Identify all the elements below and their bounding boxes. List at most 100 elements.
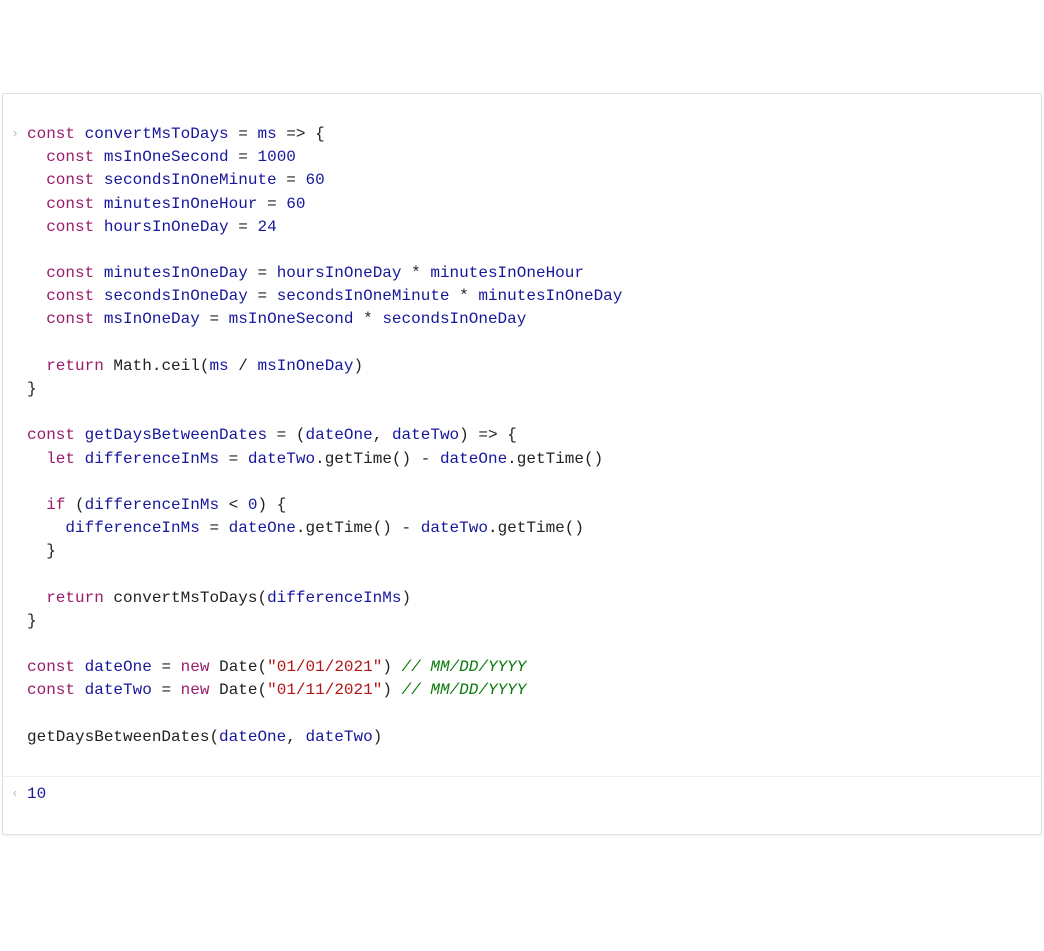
method: getTime bbox=[325, 450, 392, 468]
operator: = bbox=[238, 125, 248, 143]
var-ref: minutesInOneDay bbox=[478, 287, 622, 305]
var-ref: dateOne bbox=[219, 728, 286, 746]
number: 60 bbox=[286, 195, 305, 213]
console-input-entry: › const convertMsToDays = ms => { const … bbox=[3, 117, 1041, 753]
keyword: const bbox=[46, 195, 94, 213]
paren: ( bbox=[258, 658, 268, 676]
brace: { bbox=[315, 125, 325, 143]
operator: - bbox=[402, 519, 412, 537]
class: Date bbox=[219, 658, 257, 676]
keyword: let bbox=[46, 450, 75, 468]
method: getTime bbox=[305, 519, 372, 537]
identifier: convertMsToDays bbox=[85, 125, 229, 143]
var-ref: dateOne bbox=[440, 450, 507, 468]
string: "01/01/2021" bbox=[267, 658, 382, 676]
var-ref: dateTwo bbox=[421, 519, 488, 537]
class: Date bbox=[219, 681, 257, 699]
identifier: dateTwo bbox=[85, 681, 152, 699]
paren: ) bbox=[401, 589, 411, 607]
keyword: const bbox=[46, 148, 94, 166]
console-panel: › const convertMsToDays = ms => { const … bbox=[2, 93, 1042, 835]
parens: () bbox=[373, 519, 392, 537]
identifier: differenceInMs bbox=[85, 450, 219, 468]
operator: = bbox=[209, 310, 219, 328]
keyword: const bbox=[27, 426, 75, 444]
var-ref: msInOneDay bbox=[257, 357, 353, 375]
keyword: const bbox=[46, 171, 94, 189]
parens: () bbox=[584, 450, 603, 468]
string: "01/11/2021" bbox=[267, 681, 382, 699]
operator: = bbox=[267, 195, 277, 213]
paren: ( bbox=[209, 728, 219, 746]
keyword: if bbox=[46, 496, 65, 514]
param: ms bbox=[257, 125, 276, 143]
paren: ) bbox=[257, 496, 267, 514]
method: getTime bbox=[498, 519, 565, 537]
comment: // MM/DD/YYYY bbox=[402, 658, 527, 676]
result-number: 10 bbox=[27, 785, 46, 803]
operator: = bbox=[161, 681, 171, 699]
paren: ( bbox=[257, 589, 267, 607]
operator: - bbox=[421, 450, 431, 468]
brace: { bbox=[507, 426, 517, 444]
paren: ( bbox=[75, 496, 85, 514]
identifier: msInOneSecond bbox=[104, 148, 229, 166]
dot: . bbox=[315, 450, 325, 468]
output-value: 10 bbox=[27, 783, 1041, 806]
keyword: const bbox=[27, 658, 75, 676]
code-block[interactable]: const convertMsToDays = ms => { const ms… bbox=[27, 123, 1041, 749]
brace: { bbox=[277, 496, 287, 514]
paren: ) bbox=[382, 658, 392, 676]
comma: , bbox=[373, 426, 383, 444]
var-ref: msInOneSecond bbox=[229, 310, 354, 328]
paren: ) bbox=[354, 357, 364, 375]
keyword: const bbox=[46, 287, 94, 305]
identifier: hoursInOneDay bbox=[104, 218, 229, 236]
identifier: minutesInOneDay bbox=[104, 264, 248, 282]
operator: = bbox=[277, 426, 287, 444]
operator: * bbox=[363, 310, 373, 328]
operator: * bbox=[459, 287, 469, 305]
brace: } bbox=[27, 612, 37, 630]
paren: ( bbox=[296, 426, 306, 444]
number: 1000 bbox=[257, 148, 295, 166]
identifier: msInOneDay bbox=[104, 310, 200, 328]
var-ref: ms bbox=[209, 357, 228, 375]
function-call: convertMsToDays bbox=[113, 589, 257, 607]
arrow: => bbox=[478, 426, 497, 444]
operator: / bbox=[238, 357, 248, 375]
keyword: return bbox=[46, 357, 104, 375]
identifier: minutesInOneHour bbox=[104, 195, 258, 213]
brace: } bbox=[46, 542, 56, 560]
operator: = bbox=[209, 519, 219, 537]
object: Math bbox=[113, 357, 151, 375]
paren: ) bbox=[373, 728, 383, 746]
arrow: => bbox=[286, 125, 305, 143]
identifier: getDaysBetweenDates bbox=[85, 426, 267, 444]
number: 60 bbox=[305, 171, 324, 189]
keyword: new bbox=[181, 681, 210, 699]
var-ref: minutesInOneHour bbox=[430, 264, 584, 282]
output-marker-icon: ‹ bbox=[3, 783, 27, 804]
number: 24 bbox=[257, 218, 276, 236]
operator: = bbox=[161, 658, 171, 676]
parens: () bbox=[565, 519, 584, 537]
keyword: const bbox=[27, 125, 75, 143]
paren: ) bbox=[459, 426, 469, 444]
comment: // MM/DD/YYYY bbox=[402, 681, 527, 699]
param: dateOne bbox=[306, 426, 373, 444]
identifier: dateOne bbox=[85, 658, 152, 676]
var-ref: dateTwo bbox=[305, 728, 372, 746]
operator: = bbox=[238, 148, 248, 166]
var-ref: hoursInOneDay bbox=[277, 264, 402, 282]
var-ref: secondsInOneDay bbox=[382, 310, 526, 328]
keyword: const bbox=[27, 681, 75, 699]
param: dateTwo bbox=[392, 426, 459, 444]
keyword: const bbox=[46, 310, 94, 328]
parens: () bbox=[392, 450, 411, 468]
operator: = bbox=[229, 450, 239, 468]
method: ceil bbox=[161, 357, 199, 375]
operator: = bbox=[257, 287, 267, 305]
var-ref: differenceInMs bbox=[85, 496, 219, 514]
var-ref: differenceInMs bbox=[267, 589, 401, 607]
